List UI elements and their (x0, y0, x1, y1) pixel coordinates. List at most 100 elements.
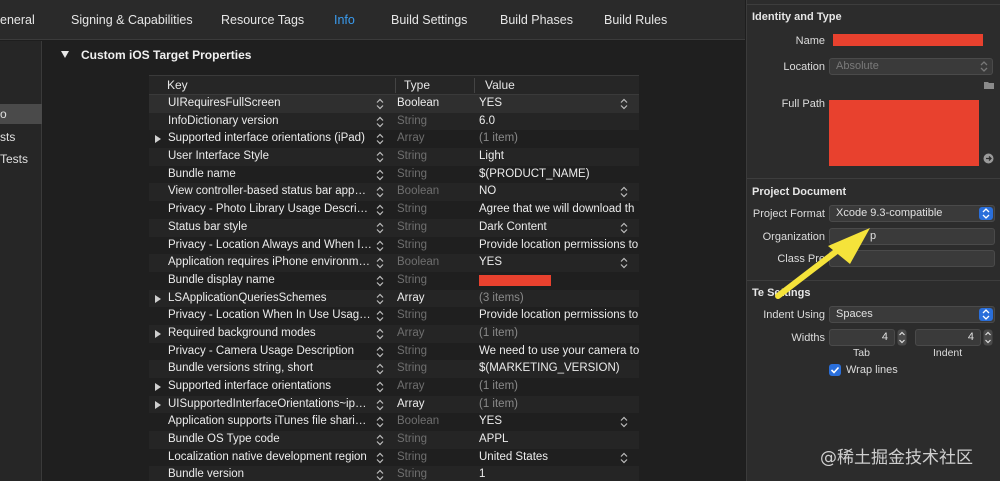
row-type[interactable]: Boolean (397, 254, 475, 272)
key-stepper-icon[interactable] (375, 240, 385, 252)
row-type[interactable]: String (397, 201, 475, 219)
table-row[interactable]: View controller-based status bar app… Boo… (149, 183, 639, 202)
key-stepper-icon[interactable] (375, 275, 385, 287)
key-stepper-icon[interactable] (375, 328, 385, 340)
sidebar-item-tests[interactable]: sts (0, 127, 42, 147)
key-stepper-icon[interactable] (375, 133, 385, 145)
key-stepper-icon[interactable] (375, 363, 385, 375)
key-stepper-icon[interactable] (375, 434, 385, 446)
table-row[interactable]: LSApplicationQueriesSchemes Array (3 items… (149, 289, 639, 308)
table-row[interactable]: Supported interface orientations (iPad) A… (149, 130, 639, 148)
key-stepper-icon[interactable] (375, 98, 385, 110)
tab-width-field[interactable]: 4 (829, 329, 895, 346)
row-value[interactable]: Provide location permissions to (479, 307, 639, 325)
tab-build-settings[interactable]: Build Settings (391, 0, 467, 40)
row-type[interactable]: String (397, 466, 475, 481)
key-stepper-icon[interactable] (375, 151, 385, 163)
row-value[interactable]: (1 item) (479, 378, 639, 396)
row-type[interactable]: String (397, 272, 475, 290)
value-stepper-icon[interactable] (619, 186, 629, 198)
row-type[interactable]: Array (397, 130, 475, 148)
table-row[interactable]: UIRequiresFullScreen Boolean YES (149, 95, 639, 113)
name-field-redacted[interactable] (833, 34, 983, 46)
table-row[interactable]: Required background modes Array (1 item) (149, 324, 639, 343)
row-key[interactable]: Supported interface orientations (149, 378, 389, 396)
wrap-lines-label[interactable]: Wrap lines (846, 364, 898, 376)
key-stepper-icon[interactable] (375, 169, 385, 181)
row-type[interactable]: String (397, 166, 475, 184)
row-type[interactable]: String (397, 113, 475, 131)
table-row[interactable]: User Interface Style String Light (149, 148, 639, 166)
row-key[interactable]: Bundle version (149, 466, 389, 481)
row-value[interactable]: APPL (479, 431, 639, 449)
key-stepper-icon[interactable] (375, 452, 385, 464)
row-key[interactable]: Bundle display name (149, 272, 389, 290)
row-value[interactable]: (1 item) (479, 130, 639, 148)
organization-field[interactable]: p (829, 228, 995, 245)
disclosure-right-icon[interactable] (155, 400, 161, 409)
location-popup[interactable]: Absolute (829, 58, 993, 75)
row-value[interactable]: 1 (479, 466, 639, 481)
value-stepper-icon[interactable] (619, 222, 629, 234)
row-key[interactable]: InfoDictionary version (149, 113, 389, 131)
table-row[interactable]: Application supports iTunes file shari… B… (149, 413, 639, 431)
tab-general[interactable]: eneral (0, 0, 35, 40)
row-value-redacted[interactable] (479, 274, 551, 286)
class-prefix-field[interactable] (829, 250, 995, 267)
key-stepper-icon[interactable] (375, 381, 385, 393)
row-type[interactable]: Array (397, 290, 475, 308)
disclosure-right-icon[interactable] (155, 135, 161, 144)
table-row[interactable]: Status bar style String Dark Content (149, 218, 639, 237)
row-type[interactable]: String (397, 237, 475, 255)
table-row[interactable]: Bundle display name String (149, 272, 639, 290)
row-key[interactable]: User Interface Style (149, 148, 389, 166)
row-type[interactable]: String (397, 219, 475, 237)
row-key[interactable]: Privacy - Camera Usage Description (149, 343, 389, 361)
value-stepper-icon[interactable] (619, 98, 629, 110)
row-key[interactable]: Bundle versions string, short (149, 360, 389, 378)
row-type[interactable]: String (397, 431, 475, 449)
row-key[interactable]: Bundle name (149, 166, 389, 184)
table-row[interactable]: UISupportedInterfaceOrientations~ip… Arra… (149, 395, 639, 414)
tab-build-rules[interactable]: Build Rules (604, 0, 667, 40)
row-type[interactable]: Boolean (397, 183, 475, 201)
row-value[interactable]: (1 item) (479, 325, 639, 343)
table-row[interactable]: Supported interface orientations Array (1 … (149, 378, 639, 396)
key-stepper-icon[interactable] (375, 469, 385, 481)
row-value[interactable]: Provide location permissions to (479, 237, 639, 255)
row-value[interactable]: YES (479, 254, 639, 272)
tab-width-stepper[interactable] (897, 329, 907, 346)
disclosure-right-icon[interactable] (155, 329, 161, 338)
row-value[interactable]: Light (479, 148, 639, 166)
key-stepper-icon[interactable] (375, 116, 385, 128)
row-type[interactable]: String (397, 360, 475, 378)
project-format-popup[interactable]: Xcode 9.3-compatible (829, 205, 995, 222)
table-row[interactable]: Bundle name String $(PRODUCT_NAME) (149, 166, 639, 184)
table-row[interactable]: Bundle versions string, short String $(MAR… (149, 360, 639, 378)
tab-resource-tags[interactable]: Resource Tags (221, 0, 304, 40)
indent-width-field[interactable]: 4 (915, 329, 981, 346)
row-key[interactable]: Application requires iPhone environm… (149, 254, 389, 272)
column-header-value[interactable]: Value (475, 76, 515, 95)
row-key[interactable]: LSApplicationQueriesSchemes (149, 290, 389, 308)
row-type[interactable]: String (397, 343, 475, 361)
row-type[interactable]: Array (397, 325, 475, 343)
row-key[interactable]: Bundle OS Type code (149, 431, 389, 449)
row-value[interactable]: United States (479, 449, 639, 467)
key-stepper-icon[interactable] (375, 293, 385, 305)
disclosure-right-icon[interactable] (155, 383, 161, 391)
tab-signing-capabilities[interactable]: Signing & Capabilities (71, 0, 193, 40)
key-stepper-icon[interactable] (375, 310, 385, 322)
tab-build-phases[interactable]: Build Phases (500, 0, 573, 40)
folder-icon[interactable] (983, 80, 995, 90)
value-stepper-icon[interactable] (619, 452, 629, 464)
key-stepper-icon[interactable] (375, 346, 385, 358)
tab-info[interactable]: Info (334, 0, 355, 40)
disclosure-right-icon[interactable] (155, 294, 161, 303)
wrap-lines-checkbox[interactable] (829, 364, 841, 376)
sidebar-item-ui-tests[interactable]: Tests (0, 149, 42, 169)
table-row[interactable]: InfoDictionary version String 6.0 (149, 112, 639, 131)
table-row[interactable]: Privacy - Camera Usage Description String… (149, 343, 639, 361)
row-key[interactable]: UIRequiresFullScreen (149, 95, 389, 113)
sidebar-item-target[interactable]: o (0, 104, 42, 124)
